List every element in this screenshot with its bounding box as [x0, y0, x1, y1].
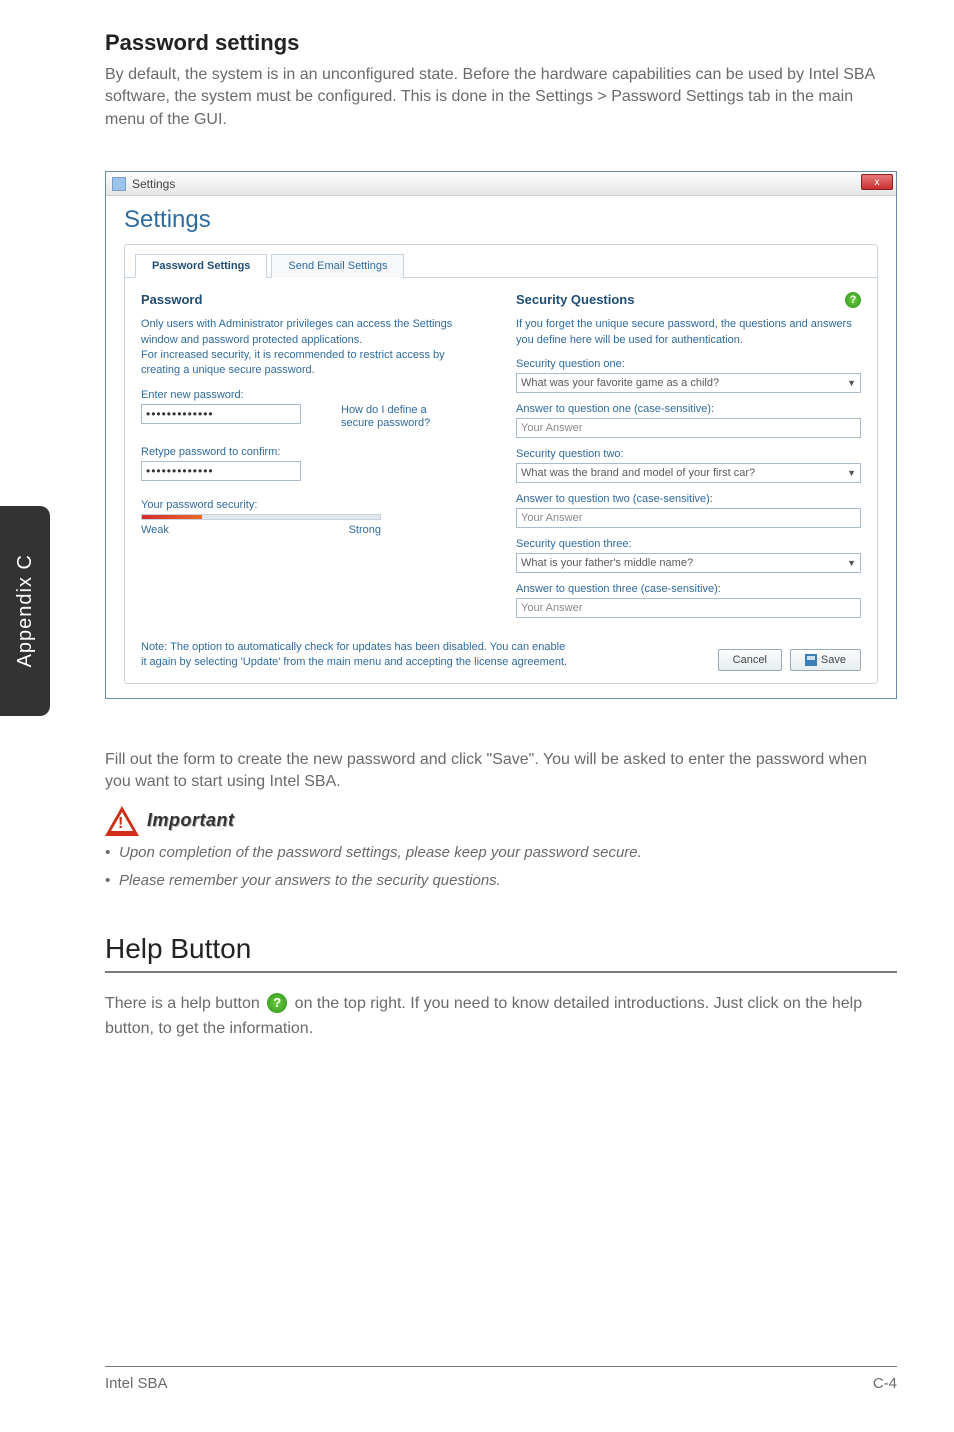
- tab-password-settings[interactable]: Password Settings: [135, 254, 267, 278]
- panel-body: Password Only users with Administrator p…: [125, 278, 877, 632]
- tabs-row: Password Settings Send Email Settings: [125, 245, 877, 278]
- question-three-value: What is your father's middle name?: [521, 557, 693, 569]
- window-system-icon: [112, 177, 126, 191]
- hint-line-2: secure password?: [341, 417, 430, 429]
- settings-panel: Password Settings Send Email Settings Pa…: [124, 244, 878, 684]
- important-list: Upon completion of the password settings…: [105, 842, 897, 893]
- page-footer: Intel SBA C-4: [105, 1366, 897, 1392]
- save-instruction: Fill out the form to create the new pass…: [105, 749, 897, 794]
- retype-password-input[interactable]: •••••••••••••: [141, 461, 301, 481]
- chevron-down-icon: ▼: [847, 378, 856, 388]
- password-security-label: Your password security:: [141, 499, 486, 511]
- settings-inner: Settings Password Settings Send Email Se…: [106, 196, 896, 698]
- meter-labels: Weak Strong: [141, 524, 381, 536]
- footer-right: C-4: [873, 1375, 897, 1392]
- password-strength-fill: [142, 515, 202, 519]
- important-callout: ! Important: [105, 806, 897, 836]
- important-label: Important: [147, 810, 235, 831]
- meter-weak-label: Weak: [141, 524, 169, 536]
- question-one-label: Security question one:: [516, 358, 861, 370]
- password-column: Password Only users with Administrator p…: [141, 292, 486, 618]
- save-button[interactable]: Save: [790, 649, 861, 671]
- answer-two-input[interactable]: Your Answer: [516, 508, 861, 528]
- tab-send-email-settings[interactable]: Send Email Settings: [271, 254, 404, 278]
- answer-one-label: Answer to question one (case-sensitive):: [516, 403, 861, 415]
- security-questions-heading: Security Questions: [516, 292, 634, 307]
- save-disk-icon: [805, 654, 817, 666]
- help-text-before: There is a help button: [105, 995, 264, 1012]
- window-title: Settings: [132, 177, 175, 191]
- question-one-value: What was your favorite game as a child?: [521, 377, 719, 389]
- post-window-text: Fill out the form to create the new pass…: [105, 749, 897, 1042]
- answer-one-input[interactable]: Your Answer: [516, 418, 861, 438]
- retype-password-label: Retype password to confirm:: [141, 446, 486, 458]
- security-questions-description: If you forget the unique secure password…: [516, 317, 861, 348]
- close-button[interactable]: x: [861, 174, 893, 190]
- question-three-select[interactable]: What is your father's middle name? ▼: [516, 553, 861, 573]
- update-note: Note: The option to automatically check …: [141, 640, 573, 671]
- meter-strong-label: Strong: [349, 524, 381, 536]
- appendix-sidebar-tab: Appendix C: [0, 506, 50, 716]
- password-strength-meter: [141, 514, 381, 520]
- titlebar: Settings x: [106, 172, 896, 196]
- panel-footer: Note: The option to automatically check …: [125, 632, 877, 683]
- button-group: Cancel Save: [718, 649, 861, 671]
- answer-two-label: Answer to question two (case-sensitive):: [516, 493, 861, 505]
- question-three-label: Security question three:: [516, 538, 861, 550]
- chevron-down-icon: ▼: [847, 468, 856, 478]
- footer-left: Intel SBA: [105, 1375, 168, 1392]
- save-button-label: Save: [821, 654, 846, 666]
- inline-help-icon: ?: [267, 993, 287, 1013]
- section-paragraph: By default, the system is in an unconfig…: [105, 64, 897, 131]
- password-heading: Password: [141, 292, 486, 307]
- security-questions-column: Security Questions ? If you forget the u…: [516, 292, 861, 618]
- password-description: Only users with Administrator privileges…: [141, 317, 486, 379]
- answer-three-input[interactable]: Your Answer: [516, 598, 861, 618]
- settings-window: Settings x Settings Password Settings Se…: [105, 171, 897, 699]
- cancel-button[interactable]: Cancel: [718, 649, 782, 671]
- question-two-label: Security question two:: [516, 448, 861, 460]
- secure-password-hint-link[interactable]: How do I define a secure password?: [341, 404, 430, 430]
- list-item: Please remember your answers to the secu…: [105, 870, 897, 893]
- question-one-select[interactable]: What was your favorite game as a child? …: [516, 373, 861, 393]
- help-icon[interactable]: ?: [845, 292, 861, 308]
- section-title: Password settings: [105, 30, 897, 56]
- warning-triangle-icon: !: [105, 806, 139, 836]
- question-two-value: What was the brand and model of your fir…: [521, 467, 755, 479]
- enter-password-label: Enter new password:: [141, 389, 486, 401]
- list-item: Upon completion of the password settings…: [105, 842, 897, 865]
- question-two-select[interactable]: What was the brand and model of your fir…: [516, 463, 861, 483]
- chevron-down-icon: ▼: [847, 558, 856, 568]
- appendix-label: Appendix C: [14, 554, 37, 667]
- help-button-heading: Help Button: [105, 933, 897, 973]
- settings-heading: Settings: [124, 206, 878, 234]
- answer-three-label: Answer to question three (case-sensitive…: [516, 583, 861, 595]
- enter-password-input[interactable]: •••••••••••••: [141, 404, 301, 424]
- hint-line-1: How do I define a: [341, 404, 427, 416]
- help-button-paragraph: There is a help button ? on the top righ…: [105, 991, 897, 1042]
- page-content: Password settings By default, the system…: [105, 30, 897, 1042]
